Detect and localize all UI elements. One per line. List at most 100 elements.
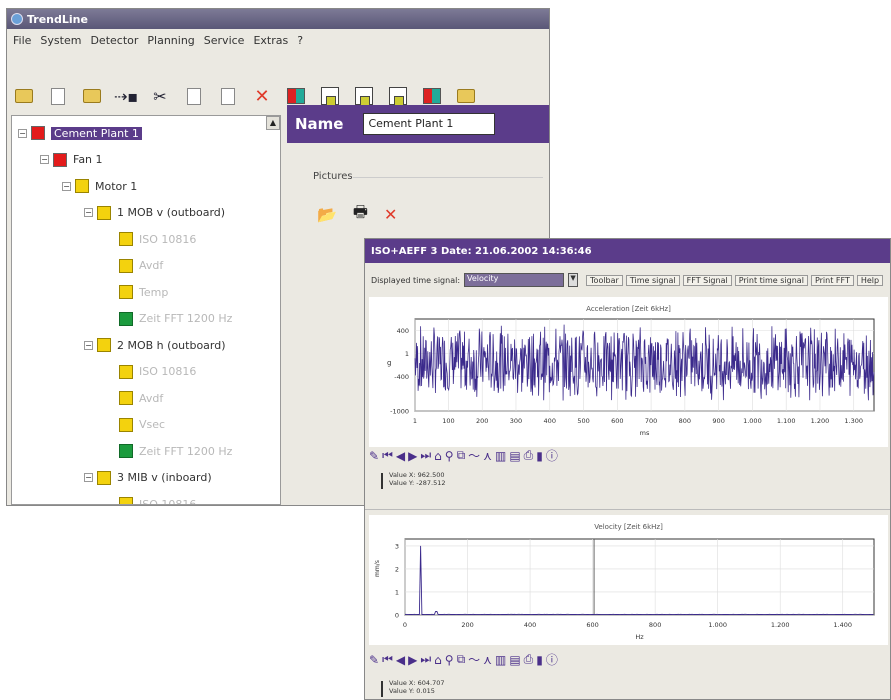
- velocity-chart[interactable]: 3 2 1 00 200 400 600 800 1.000 1.200 1.400 mm/s Hz: [369, 515, 888, 645]
- home-icon[interactable]: ⌂: [434, 653, 442, 667]
- home-icon[interactable]: ⌂: [434, 449, 442, 463]
- signal-select[interactable]: Velocity: [464, 273, 565, 287]
- delete-picture-icon[interactable]: ✕: [384, 205, 397, 224]
- transfer-button[interactable]: [285, 85, 307, 107]
- asset-tree[interactable]: ▲ − Cement Plant 1 − Fan 1 − Motor 1 − 1 MOB v …: [11, 115, 281, 505]
- title-bar[interactable]: TrendLine: [7, 9, 549, 29]
- last-icon[interactable]: ⏭: [420, 652, 431, 667]
- open-button[interactable]: [81, 85, 103, 107]
- x-tick-label: 1.000: [708, 621, 727, 629]
- menu-system[interactable]: System: [40, 34, 81, 47]
- copy-icon[interactable]: ⧉: [457, 448, 466, 463]
- collapse-toggle-icon[interactable]: −: [62, 181, 71, 191]
- fft-signal-button[interactable]: FFT Signal: [682, 274, 732, 286]
- move-arrows-icon: ⇢▪: [113, 86, 139, 106]
- bar-icon[interactable]: ▮: [536, 653, 543, 667]
- collapse-toggle-icon[interactable]: −: [84, 340, 93, 350]
- grid-icon[interactable]: ▥: [495, 653, 506, 667]
- collapse-toggle-icon[interactable]: −: [18, 128, 27, 138]
- cursor-icon[interactable]: ⋏: [483, 449, 492, 463]
- tree-node-label: 2 MOB h (outboard): [117, 338, 226, 352]
- tree-node[interactable]: Avdf: [106, 257, 163, 275]
- first-icon[interactable]: ⏮: [382, 448, 393, 463]
- document-icon: [51, 87, 65, 105]
- curve-icon[interactable]: 〜: [468, 651, 480, 668]
- zoom-icon[interactable]: ⚲: [445, 449, 454, 463]
- copy-icon[interactable]: ⧉: [457, 652, 466, 667]
- name-field[interactable]: Cement Plant 1: [363, 113, 496, 135]
- delete-button[interactable]: ✕: [251, 85, 273, 107]
- print-icon[interactable]: ⎙: [524, 652, 534, 667]
- detector-sync-button[interactable]: [353, 85, 375, 107]
- new-document-button[interactable]: [47, 85, 69, 107]
- acceleration-chart[interactable]: 400 1 -400 -1000 1 100 200 300 400 500 600 700 800 90…: [369, 297, 888, 447]
- y-tick-label: 400: [397, 327, 409, 335]
- menu-detector[interactable]: Detector: [90, 34, 138, 47]
- x-tick-label: 700: [645, 417, 657, 425]
- tree-node[interactable]: Zeit FFT 1200 Hz: [106, 310, 232, 328]
- table-icon[interactable]: ▤: [509, 653, 520, 667]
- last-icon[interactable]: ⏭: [420, 448, 431, 463]
- tree-node[interactable]: Avdf: [106, 389, 163, 407]
- collapse-toggle-icon[interactable]: −: [40, 155, 49, 164]
- tree-node[interactable]: Temp: [106, 283, 168, 301]
- paste-button[interactable]: [217, 85, 239, 107]
- detector-upload-icon: [321, 87, 339, 106]
- toolbar-button[interactable]: Toolbar: [586, 274, 623, 286]
- tree-node[interactable]: − 1 MOB v (outboard): [84, 204, 225, 222]
- x-tick-label: 800: [649, 621, 661, 629]
- tree-node[interactable]: ISO 10816: [106, 495, 196, 504]
- next-icon[interactable]: ▶: [408, 449, 417, 463]
- tree-node[interactable]: ISO 10816: [106, 230, 196, 248]
- tree-node[interactable]: ISO 10816: [106, 363, 196, 381]
- first-icon[interactable]: ⏮: [382, 652, 393, 667]
- print-icon[interactable]: ⎙: [524, 448, 534, 463]
- zoom-icon[interactable]: ⚲: [445, 653, 454, 667]
- menu-help[interactable]: ?: [297, 34, 303, 47]
- info-icon[interactable]: ⓘ: [546, 447, 558, 464]
- tree-node[interactable]: − Fan 1: [40, 151, 103, 169]
- folder-icon: [15, 89, 33, 103]
- copy-button[interactable]: [183, 85, 205, 107]
- scroll-up-arrow[interactable]: ▲: [266, 116, 280, 130]
- print-time-signal-button[interactable]: Print time signal: [734, 274, 808, 286]
- info-icon[interactable]: ⓘ: [546, 651, 558, 668]
- app-icon: [11, 13, 23, 25]
- tree-node[interactable]: − Motor 1: [62, 177, 137, 195]
- move-button[interactable]: ⇢▪: [113, 85, 139, 107]
- collapse-toggle-icon[interactable]: −: [84, 208, 93, 217]
- cut-button[interactable]: ✂: [149, 85, 171, 107]
- add-picture-icon[interactable]: 📂: [317, 205, 337, 224]
- print-fft-button[interactable]: Print FFT: [810, 274, 854, 286]
- detector-download-button[interactable]: [387, 85, 409, 107]
- menu-file[interactable]: File: [13, 34, 31, 47]
- settings-button[interactable]: [455, 85, 477, 107]
- open-folder-button[interactable]: [13, 85, 35, 107]
- prev-icon[interactable]: ◀: [396, 449, 405, 463]
- analysis-title-bar[interactable]: ISO+AEFF 3 Date: 21.06.2002 14:36:46: [365, 239, 890, 263]
- collapse-toggle-icon[interactable]: −: [84, 473, 93, 482]
- help-button[interactable]: Help: [856, 274, 884, 286]
- signal-dropdown-icon[interactable]: ▼: [568, 273, 579, 287]
- tree-node[interactable]: Vsec: [106, 416, 165, 434]
- report-button[interactable]: [421, 85, 443, 107]
- time-signal-button[interactable]: Time signal: [625, 274, 680, 286]
- tree-node[interactable]: Zeit FFT 1200 Hz: [106, 442, 232, 460]
- cursor-icon[interactable]: ⋏: [483, 653, 492, 667]
- pen-icon[interactable]: ✎: [369, 449, 379, 463]
- bar-icon[interactable]: ▮: [536, 449, 543, 463]
- menu-service[interactable]: Service: [204, 34, 245, 47]
- curve-icon[interactable]: 〜: [468, 447, 480, 464]
- menu-planning[interactable]: Planning: [147, 34, 194, 47]
- table-icon[interactable]: ▤: [509, 449, 520, 463]
- menu-extras[interactable]: Extras: [253, 34, 288, 47]
- tree-node[interactable]: − 3 MIB v (inboard): [84, 469, 212, 487]
- prev-icon[interactable]: ◀: [396, 653, 405, 667]
- print-picture-icon[interactable]: 🖶: [353, 201, 368, 228]
- detector-upload-button[interactable]: [319, 85, 341, 107]
- tree-node[interactable]: − 2 MOB h (outboard): [84, 336, 226, 354]
- grid-icon[interactable]: ▥: [495, 449, 506, 463]
- tree-node[interactable]: − Cement Plant 1: [18, 124, 142, 142]
- pen-icon[interactable]: ✎: [369, 653, 379, 667]
- next-icon[interactable]: ▶: [408, 653, 417, 667]
